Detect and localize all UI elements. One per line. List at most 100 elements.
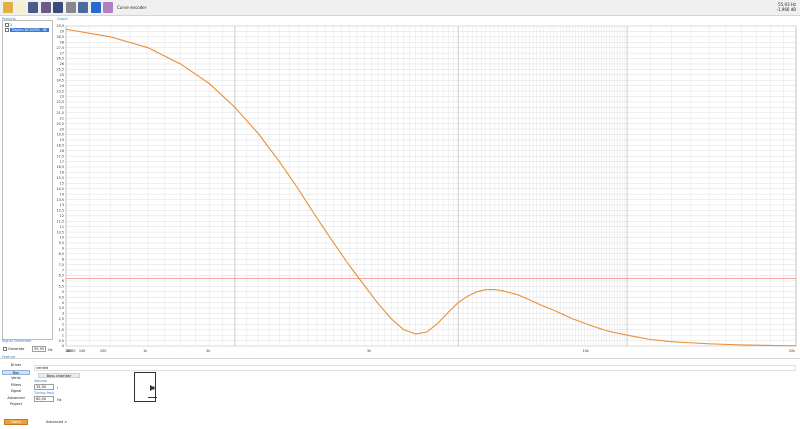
x-tick-label: 20k xyxy=(789,349,795,353)
x-tick-label: 10k xyxy=(583,349,589,353)
y-tick-label: 15 xyxy=(60,181,64,185)
y-tick-label: 24,5 xyxy=(56,78,64,82)
wrench-icon[interactable] xyxy=(78,2,88,13)
x-tick-label: 100 xyxy=(79,349,85,353)
volume-unit: l xyxy=(57,386,58,390)
y-tick-label: 20 xyxy=(60,127,64,131)
port-icon xyxy=(148,397,157,398)
y-tick-label: 27 xyxy=(60,51,64,55)
save-all-icon[interactable] xyxy=(53,2,63,13)
cursor-readout: 55,93 Hz -1,966 dB xyxy=(777,2,796,12)
y-tick-label: 12 xyxy=(60,214,64,218)
signal-frequency-input[interactable]: 55,93 xyxy=(32,346,46,352)
x-tick-label: 2k xyxy=(206,349,210,353)
nav-item-advanced[interactable]: Advanced xyxy=(2,396,30,401)
y-tick-label: 10 xyxy=(60,236,64,240)
checkbox[interactable] xyxy=(5,23,9,27)
project-item-2[interactable]: Dayton-DC300RS - BE xyxy=(5,28,50,32)
y-tick-label: 0 xyxy=(62,344,64,348)
response-graph[interactable]: 29,52928,52827,52726,52625,52524,52423,5… xyxy=(56,20,800,356)
y-tick-label: 3 xyxy=(62,312,64,316)
generate-label: Generate xyxy=(8,347,25,351)
tuning-label: Tuning freq. xyxy=(34,391,55,395)
nav-item-driver[interactable]: Driver xyxy=(2,363,30,368)
y-tick-label: 25,5 xyxy=(56,68,64,72)
level-readout: -1,966 dB xyxy=(776,7,796,12)
curve-encoder-label[interactable]: Curve encoder xyxy=(117,5,146,10)
y-tick-label: 15,5 xyxy=(56,176,64,180)
y-tick-label: 17,5 xyxy=(56,154,64,158)
y-tick-label: 8,5 xyxy=(59,252,64,256)
y-tick-label: 17 xyxy=(60,160,64,164)
project-label: 1 xyxy=(10,23,13,27)
speaker-icon xyxy=(150,385,155,391)
nav-item-project[interactable]: Project xyxy=(2,402,30,407)
export-icon[interactable] xyxy=(40,2,51,13)
feature-panel: Feature Driver Box Vents Filters Signal Advan… xyxy=(0,355,800,429)
y-tick-label: 3,5 xyxy=(59,306,64,310)
y-tick-label: 26,5 xyxy=(56,57,64,61)
y-tick-label: 26 xyxy=(60,62,64,66)
y-tick-label: 12,5 xyxy=(56,209,64,213)
y-tick-label: 1,5 xyxy=(59,328,64,332)
y-tick-label: 18 xyxy=(60,149,64,153)
y-tick-label: 1 xyxy=(62,333,64,337)
generate-checkbox[interactable] xyxy=(3,347,7,351)
x-tick-label: 1k xyxy=(143,349,147,353)
plot-area xyxy=(65,25,797,347)
nav-item-vents[interactable]: Vents xyxy=(2,376,30,381)
tab-bass-chamber[interactable]: Bass chamber xyxy=(38,373,80,378)
y-tick-label: 19 xyxy=(60,138,64,142)
y-tick-label: 29 xyxy=(60,30,64,34)
projects-panel: 1 Dayton-DC300RS - BE xyxy=(2,20,53,340)
y-tick-label: 16 xyxy=(60,171,64,175)
tuning-input[interactable]: 60,00 xyxy=(34,396,54,402)
done-button[interactable]: Done xyxy=(4,419,28,425)
nav-item-signal[interactable]: Signal xyxy=(2,389,30,394)
y-tick-label: 21 xyxy=(60,116,64,120)
x-tick-label: 5k xyxy=(367,349,371,353)
project-item-1[interactable]: 1 xyxy=(5,23,12,27)
y-tick-label: 14 xyxy=(60,192,64,196)
y-tick-label: 13 xyxy=(60,203,64,207)
y-tick-label: 25 xyxy=(60,73,64,77)
y-tick-label: 13,5 xyxy=(56,198,64,202)
y-tick-label: 29,5 xyxy=(56,24,64,28)
y-tick-label: 5,5 xyxy=(59,285,64,289)
save-icon[interactable] xyxy=(28,2,38,13)
checkbox[interactable] xyxy=(5,28,9,32)
y-tick-label: 21,5 xyxy=(56,111,64,115)
volume-label: Volume xyxy=(34,379,48,383)
info-icon[interactable] xyxy=(90,2,101,13)
feature-label: Feature xyxy=(2,355,16,359)
y-tick-label: 22 xyxy=(60,106,64,110)
open-folder-icon[interactable] xyxy=(3,2,13,13)
y-tick-label: 2,5 xyxy=(59,317,64,321)
advanced-link[interactable]: Advanced > xyxy=(46,420,67,424)
new-document-icon[interactable] xyxy=(15,2,26,13)
y-tick-label: 18,5 xyxy=(56,144,64,148)
enclosure-diagram xyxy=(134,372,157,402)
y-tick-label: 6,5 xyxy=(59,274,64,278)
y-tick-label: 24 xyxy=(60,84,64,88)
y-tick-label: 28 xyxy=(60,40,64,44)
name-field[interactable]: vented xyxy=(34,365,796,371)
y-tick-label: 23 xyxy=(60,95,64,99)
tuning-unit: Hz xyxy=(57,398,62,402)
y-tick-label: 16,5 xyxy=(56,165,64,169)
y-tick-label: 6 xyxy=(62,279,64,283)
nav-item-filters[interactable]: Filters xyxy=(2,383,30,388)
y-tick-label: 22,5 xyxy=(56,100,64,104)
x-tick-label: 50 xyxy=(71,349,75,353)
signal-unit: Hz xyxy=(48,348,53,352)
disk-icon[interactable] xyxy=(65,2,76,13)
y-tick-label: 9,5 xyxy=(59,241,64,245)
y-tick-label: 0,5 xyxy=(59,339,64,343)
volume-input[interactable]: 35,00 xyxy=(34,384,54,390)
project-label-selected: Dayton-DC300RS - BE xyxy=(10,28,50,32)
curve-encoder-icon[interactable] xyxy=(103,2,113,13)
nav-item-box[interactable]: Box xyxy=(2,369,30,375)
y-tick-label: 20,5 xyxy=(56,122,64,126)
toolbar: Curve encoder 55,93 Hz -1,966 dB xyxy=(0,0,800,16)
y-tick-label: 4,5 xyxy=(59,295,64,299)
